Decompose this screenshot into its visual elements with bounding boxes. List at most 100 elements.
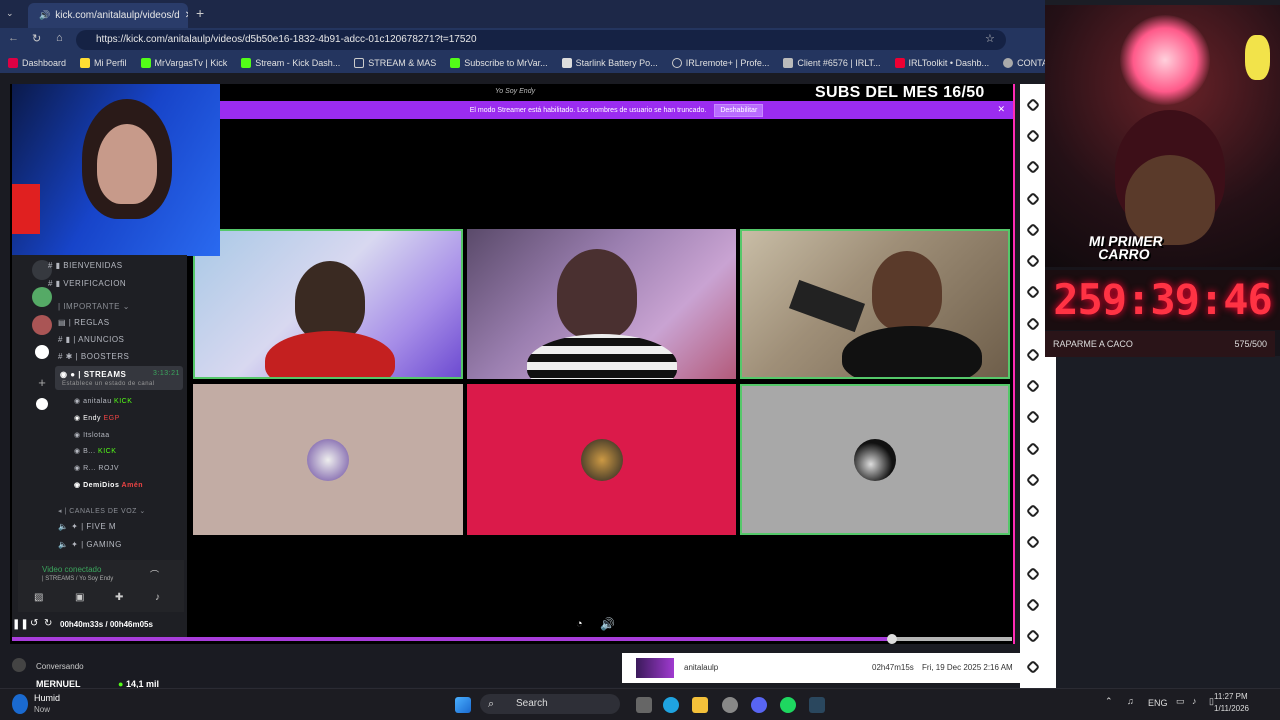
- new-tab-button[interactable]: +: [196, 5, 204, 21]
- windows-start-icon[interactable]: [455, 697, 471, 713]
- bookmark-0[interactable]: Dashboard: [8, 57, 67, 68]
- tray-chevron-icon[interactable]: ⌃: [1105, 696, 1113, 707]
- vod-thumbnail: [636, 658, 674, 678]
- volume-tray-icon[interactable]: ♪: [1192, 696, 1197, 706]
- member-item[interactable]: ◉ Endy EGP: [74, 414, 120, 422]
- category-header[interactable]: | IMPORTANTE ⌄: [58, 302, 130, 311]
- goal-label: RAPARME A CACO: [1053, 339, 1133, 349]
- participant-face: [557, 249, 637, 339]
- activities-icon[interactable]: ✚: [115, 592, 123, 603]
- bookmark-5[interactable]: Subscribe to MrVar...: [450, 57, 548, 68]
- discover-icon[interactable]: [35, 345, 49, 359]
- language-indicator[interactable]: ENG: [1148, 698, 1168, 708]
- channel-item[interactable]: # ✱ | BOOSTERS: [58, 352, 129, 361]
- pause-button[interactable]: ❚❚: [12, 619, 29, 630]
- taskbar-search[interactable]: ⌕ Search: [480, 694, 620, 714]
- close-tab-icon[interactable]: ✕: [185, 10, 188, 21]
- steam-icon[interactable]: [809, 697, 825, 713]
- rewind-icon[interactable]: ↺: [30, 618, 38, 629]
- forward-icon[interactable]: ↻: [44, 618, 52, 629]
- bookmark-label: Dashboard: [22, 57, 67, 68]
- member-item[interactable]: ◉ R... ROJV: [74, 464, 119, 472]
- bookmark-icon: [80, 57, 91, 68]
- tab-title: kick.com/anitalaulp/videos/d: [55, 10, 180, 21]
- bookmark-label: IRLToolkit • Dashb...: [908, 57, 990, 68]
- speed-icon[interactable]: ◔: [576, 618, 583, 630]
- volume-icon[interactable]: 🔊: [600, 617, 615, 631]
- tab-bar: ⌄ 🔊 kick.com/anitalaulp/videos/d ✕ +: [0, 0, 1045, 28]
- channel-label: STREAMS: [83, 370, 127, 379]
- avatar: [580, 438, 623, 481]
- bookmark-6[interactable]: Starlink Battery Po...: [561, 57, 658, 68]
- bookmark-1[interactable]: Mi Perfil: [80, 57, 127, 68]
- voice-channel[interactable]: 🔈 ✦ | GAMING: [58, 540, 122, 549]
- close-icon[interactable]: ✕: [997, 104, 1005, 115]
- participant-tile-6[interactable]: [740, 384, 1010, 535]
- clock-date[interactable]: 1/11/2026: [1214, 704, 1249, 713]
- microphone-icon[interactable]: ♫: [1127, 696, 1134, 706]
- favorite-icon[interactable]: ☆: [985, 32, 995, 45]
- url-field[interactable]: https://kick.com/anitalaulp/videos/d5b50…: [76, 30, 1006, 50]
- server-icon[interactable]: [32, 315, 52, 335]
- screen-share-icon[interactable]: ▣: [75, 592, 84, 603]
- add-server-icon[interactable]: +: [32, 373, 52, 393]
- streams-channel[interactable]: ◉ ● | STREAMS: [60, 370, 126, 379]
- member-name: R...: [83, 465, 96, 472]
- participant-tile-4[interactable]: [193, 384, 463, 535]
- camera-off-icon[interactable]: ▧: [34, 592, 43, 603]
- member-item[interactable]: ◉ Itslotaa: [74, 431, 110, 439]
- time-display: 00h40m33s / 00h46m05s: [60, 620, 153, 629]
- bookmark-10[interactable]: CONTADOR: [1003, 57, 1045, 68]
- task-view-icon[interactable]: [636, 697, 652, 713]
- disconnect-icon[interactable]: ⌒: [150, 568, 159, 581]
- video-status: Video conectado: [42, 565, 102, 574]
- tab-list-icon[interactable]: ⌄: [6, 8, 16, 18]
- progress-knob[interactable]: [887, 634, 897, 644]
- member-item[interactable]: ◉ DemiDios Amén: [74, 481, 143, 489]
- member-tag: KICK: [114, 398, 133, 405]
- network-icon[interactable]: ▭: [1176, 696, 1185, 707]
- participant-tile-2[interactable]: [467, 229, 736, 379]
- bookmark-4[interactable]: STREAM & MAS: [354, 57, 436, 68]
- member-item[interactable]: ◉ B... KICK: [74, 447, 116, 455]
- channel-label: BOOSTERS: [80, 352, 130, 361]
- vod-list-item[interactable]: anitalaulp 02h47m15s Fri, 19 Dec 2025 2:…: [622, 653, 1022, 683]
- reload-icon[interactable]: ↻: [32, 32, 41, 45]
- explorer-icon[interactable]: [692, 697, 708, 713]
- disable-button[interactable]: Deshabilitar: [714, 103, 764, 117]
- channel-item[interactable]: # ▮ VERIFICACION: [48, 279, 126, 288]
- voice-channel[interactable]: 🔈 ✦ | FIVE M: [58, 522, 116, 531]
- voice-panel: Video conectado | STREAMS / Yo Soy Endy …: [18, 560, 184, 612]
- home-icon[interactable]: ⌂: [56, 32, 63, 44]
- spotify-icon[interactable]: [780, 697, 796, 713]
- member-tag: Amén: [121, 482, 143, 489]
- participant-tile-5[interactable]: [467, 384, 736, 535]
- category-header[interactable]: ◂ | CANALES DE VOZ ⌄: [58, 507, 146, 515]
- edge-icon[interactable]: [663, 697, 679, 713]
- participant-tile-1[interactable]: [193, 229, 463, 379]
- vod-duration: 02h47m15s: [872, 663, 914, 672]
- active-tab[interactable]: 🔊 kick.com/anitalaulp/videos/d ✕: [28, 3, 188, 28]
- explore-icon[interactable]: [36, 398, 48, 410]
- bookmark-3[interactable]: Stream - Kick Dash...: [241, 57, 340, 68]
- member-item[interactable]: ◉ anitalau KICK: [74, 397, 132, 405]
- bookmark-2[interactable]: MrVargasTv | Kick: [140, 57, 227, 68]
- server-icon[interactable]: [32, 287, 52, 307]
- weather-icon[interactable]: [12, 694, 28, 714]
- obs-icon[interactable]: [722, 697, 738, 713]
- banana-sign: [1245, 35, 1270, 80]
- member-name: Endy: [83, 415, 102, 422]
- bookmark-8[interactable]: Client #6576 | IRLT...: [783, 57, 881, 68]
- channel-item[interactable]: # ▮ BIENVENIDAS: [48, 261, 123, 270]
- soundboard-icon[interactable]: ♪: [155, 592, 160, 603]
- discord-icon[interactable]: [751, 697, 767, 713]
- participant-tile-3[interactable]: [740, 229, 1010, 379]
- clock-time[interactable]: 11:27 PM: [1214, 692, 1248, 701]
- bookmark-label: Subscribe to MrVar...: [464, 57, 548, 68]
- channel-item[interactable]: ▤ | REGLAS: [58, 318, 110, 327]
- bookmark-9[interactable]: IRLToolkit • Dashb...: [894, 57, 990, 68]
- back-icon[interactable]: ←: [8, 32, 19, 44]
- channel-item[interactable]: # ▮ | ANUNCIOS: [58, 335, 124, 344]
- bookmark-7[interactable]: IRLremote+ | Profe...: [671, 57, 769, 68]
- member-name: anitalau: [83, 398, 112, 405]
